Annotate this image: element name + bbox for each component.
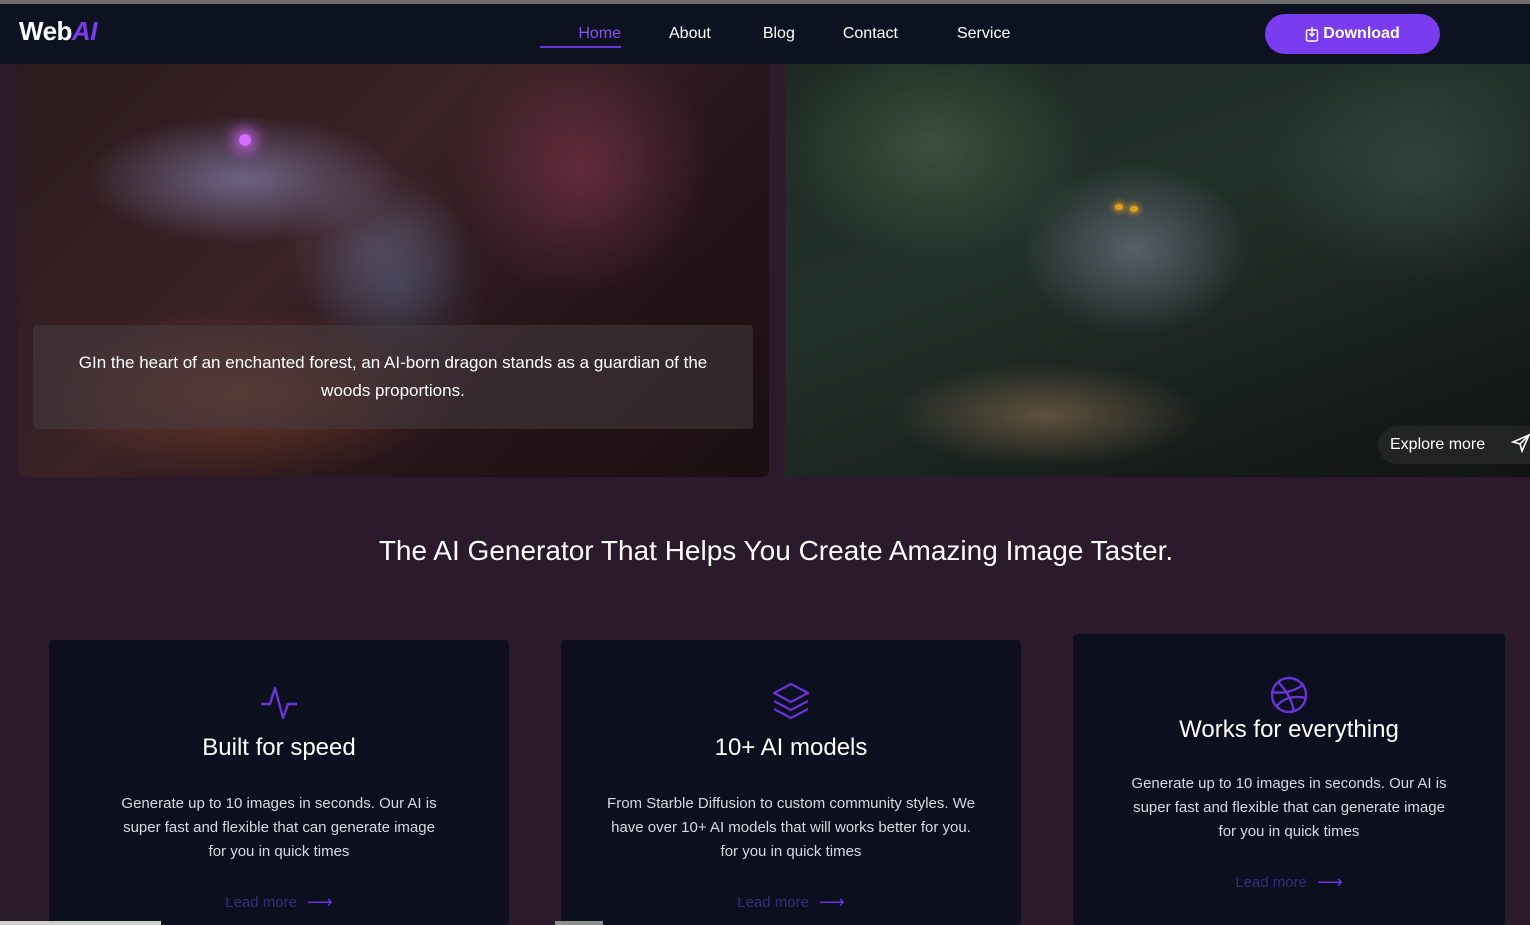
download-label: Download [1323,25,1400,42]
logo-text-web: Web [19,16,72,46]
card-link-label: Lead more [225,894,297,911]
card-link-label: Lead more [1235,874,1307,891]
card-read-more-link[interactable]: Lead more ⟶ [737,892,845,913]
card-text: Generate up to 10 images in seconds. Our… [121,795,437,860]
nav-item-home[interactable]: Home [540,4,621,64]
card-title: 10+ AI models [714,734,868,761]
arrow-right-icon: ⟶ [818,892,845,912]
nav-item-service[interactable]: Service [957,4,1010,64]
hero-caption: GIn the heart of an enchanted forest, an… [33,325,753,429]
feature-card-models: 10+ AI models From Starble Diffusion to … [561,640,1021,925]
card-link-label: Lead more [737,894,809,911]
nav-item-about[interactable]: About [669,4,711,64]
dribbble-icon [1270,674,1308,714]
dragon-eye-right [1130,206,1138,212]
feature-card-speed: Built for speed Generate up to 10 images… [49,640,509,925]
card-title: Works for everything [1179,716,1399,743]
hero-image-fire-dragon: GIn the heart of an enchanted forest, an… [17,64,769,477]
logo[interactable]: WebAI [19,16,97,47]
nav-links: Home About Blog Contact Service [540,4,1010,64]
download-icon [1305,26,1319,42]
layers-icon [772,680,810,720]
scrollbar-thumb[interactable] [555,921,603,925]
arrow-right-icon: ⟶ [306,892,333,912]
nav-item-contact[interactable]: Contact [843,4,898,64]
horizontal-scrollbar[interactable] [0,921,161,925]
section-title: The AI Generator That Helps You Create A… [378,535,1174,566]
card-text: Generate up to 10 images in seconds. Our… [1131,775,1447,840]
hero-image-forest-dragon: Explore more [785,64,1530,477]
activity-icon [260,680,298,720]
feature-card-everything: Works for everything Generate up to 10 i… [1073,634,1505,925]
card-read-more-link[interactable]: Lead more ⟶ [1235,872,1343,893]
explore-more-label: Explore more [1390,436,1486,453]
nav-item-blog[interactable]: Blog [763,4,795,64]
logo-text-ai: AI [71,16,98,46]
arrow-right-icon: ⟶ [1316,872,1343,892]
hero-caption-text: GIn the heart of an enchanted forest, an… [78,353,708,400]
card-text: From Starble Diffusion to custom communi… [607,795,975,860]
navbar: WebAI Home About Blog Contact Service Do… [0,4,1530,64]
explore-more-button[interactable]: Explore more [1378,426,1530,464]
card-read-more-link[interactable]: Lead more ⟶ [225,892,333,913]
download-button[interactable]: Download [1265,14,1440,54]
dragon-eye-left [1115,204,1123,210]
send-icon [1510,433,1530,458]
dragon-eye-glow [239,134,251,146]
card-title: Built for speed [202,734,356,761]
